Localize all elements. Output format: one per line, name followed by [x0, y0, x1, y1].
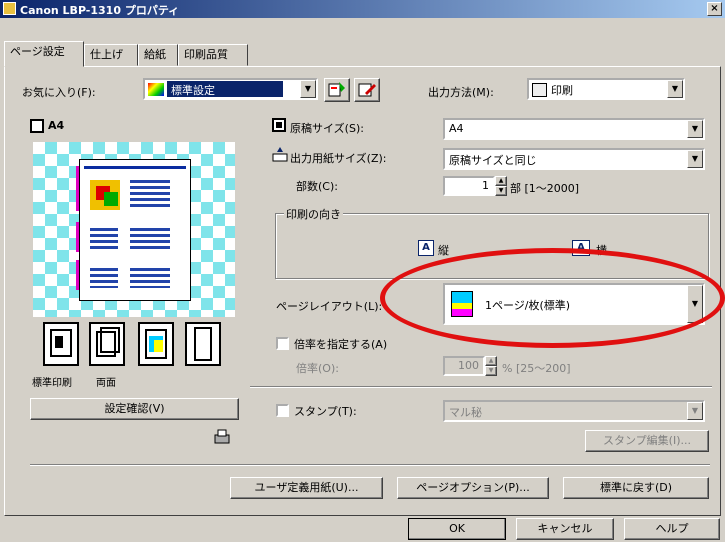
spin-down-icon[interactable]: ▼: [485, 366, 497, 376]
print-icon: [532, 83, 547, 97]
spin-down-icon[interactable]: ▼: [495, 186, 507, 196]
chevron-down-icon[interactable]: ▼: [687, 120, 703, 138]
color-thumb[interactable]: [138, 322, 174, 366]
favorites-select[interactable]: 標準設定 ▼: [143, 78, 318, 100]
edit-favorite-button[interactable]: [354, 78, 380, 102]
scale-range: % [25～200]: [502, 362, 571, 375]
spin-up-icon[interactable]: ▲: [485, 356, 497, 366]
standard-print-thumb[interactable]: [43, 322, 79, 366]
duplex-icon: [96, 327, 120, 357]
manual-scaling-checkbox[interactable]: [276, 337, 289, 350]
separator: [30, 464, 710, 466]
cancel-button[interactable]: キャンセル: [516, 518, 614, 540]
copies-spinner[interactable]: ▲ ▼: [495, 176, 507, 196]
copies-range: 部 [1～2000]: [510, 182, 580, 195]
manual-scaling-label[interactable]: 倍率を指定する(A): [294, 336, 387, 352]
output-size-icon: [272, 146, 288, 162]
chevron-down-icon[interactable]: ▼: [667, 80, 683, 98]
close-button[interactable]: ×: [707, 2, 722, 16]
preview-size-label: A4: [48, 119, 65, 132]
copies-input[interactable]: 1: [443, 176, 495, 196]
ok-button[interactable]: OK: [408, 518, 506, 540]
portrait-thumb[interactable]: [185, 322, 221, 366]
portrait-label[interactable]: 縦: [438, 242, 449, 258]
duplex-thumb[interactable]: [89, 322, 125, 366]
blank-page-icon: [194, 327, 212, 361]
page-icon: [30, 119, 44, 133]
check-settings-button[interactable]: 設定確認(V): [30, 398, 239, 420]
portrait-icon[interactable]: A: [418, 240, 434, 256]
add-favorite-icon: [328, 82, 345, 97]
tab-finishing[interactable]: 仕上げ: [84, 44, 138, 66]
page-layout-label: ページレイアウト(L):: [276, 300, 383, 313]
scale-label: 倍率(O):: [296, 362, 339, 375]
color-page-icon: [145, 329, 167, 359]
output-select[interactable]: 印刷 ▼: [527, 78, 685, 100]
window-title: Canon LBP-1310 プロパティ: [20, 4, 180, 17]
stamp-edit-button[interactable]: スタンプ編集(I)...: [585, 430, 709, 452]
separator: [250, 386, 712, 388]
page-options-button[interactable]: ページオプション(P)...: [397, 477, 549, 499]
add-favorite-button[interactable]: [324, 78, 350, 102]
page-size-label: 原稿サイズ(S):: [290, 122, 364, 135]
preview-image: [33, 142, 235, 317]
preview-page: [76, 159, 191, 301]
title-bar: Canon LBP-1310 プロパティ ×: [0, 0, 725, 18]
scale-spinner[interactable]: ▲ ▼: [485, 356, 497, 376]
favorites-icon: [148, 83, 164, 96]
spin-up-icon[interactable]: ▲: [495, 176, 507, 186]
copies-label: 部数(C):: [296, 180, 338, 193]
orientation-group-label: 印刷の向き: [284, 206, 343, 222]
stamp-label[interactable]: スタンプ(T):: [294, 403, 357, 419]
stamp-select[interactable]: マル秘 ▼: [443, 400, 705, 422]
page-size-icon: [272, 118, 286, 132]
restore-defaults-button[interactable]: 標準に戻す(D): [563, 477, 709, 499]
edit-favorite-icon: [358, 83, 376, 97]
user-paper-button[interactable]: ユーザ定義用紙(U)...: [230, 477, 383, 499]
standard-print-icon: [50, 329, 72, 357]
tab-quality[interactable]: 印刷品質: [178, 44, 248, 66]
printer-small-icon: [213, 428, 231, 446]
favorites-label: お気に入り(F):: [22, 86, 96, 99]
highlight-ellipse: [380, 248, 725, 348]
mode-label-standard: 標準印刷: [32, 378, 72, 389]
chevron-down-icon[interactable]: ▼: [687, 402, 703, 420]
help-button[interactable]: ヘルプ: [624, 518, 720, 540]
output-label: 出力方法(M):: [428, 86, 494, 99]
scale-input[interactable]: 100: [443, 356, 485, 376]
chevron-down-icon[interactable]: ▼: [300, 80, 316, 98]
chevron-down-icon[interactable]: ▼: [687, 150, 703, 168]
stamp-checkbox[interactable]: [276, 404, 289, 417]
output-size-select[interactable]: 原稿サイズと同じ ▼: [443, 148, 705, 170]
tab-page-setup[interactable]: ページ設定: [4, 41, 84, 67]
printer-icon: [3, 2, 16, 15]
output-size-label: 出力用紙サイズ(Z):: [290, 152, 387, 165]
page-size-select[interactable]: A4 ▼: [443, 118, 705, 140]
tab-paper-source[interactable]: 給紙: [138, 44, 178, 66]
mode-label-duplex: 両面: [96, 378, 116, 389]
